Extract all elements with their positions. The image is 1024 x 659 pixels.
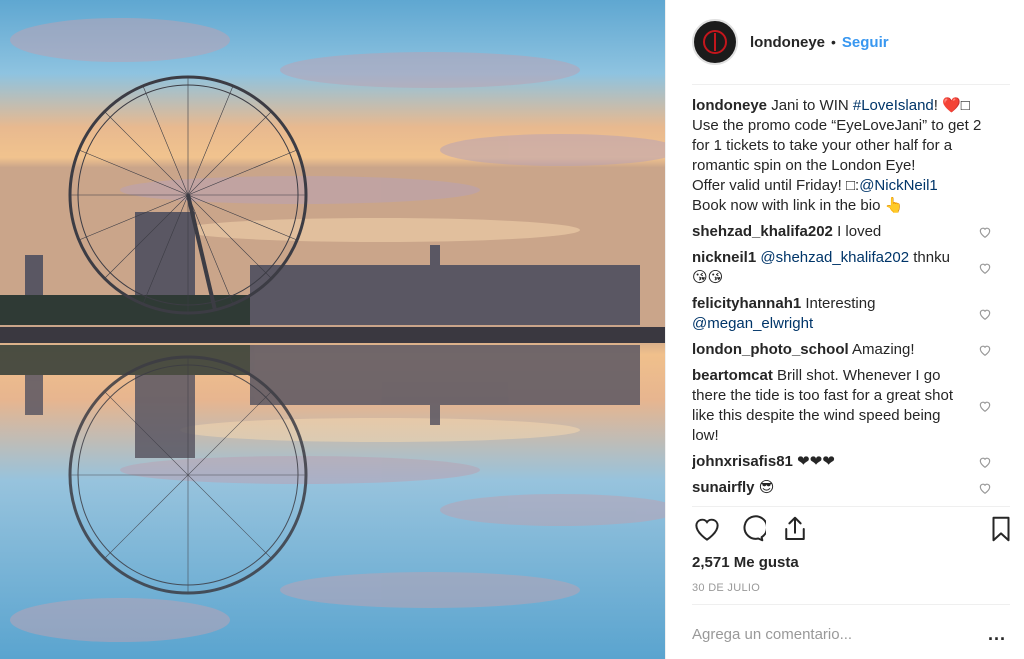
post-sidebar: londoneye • Seguir londoneye Jani to WIN… [665,0,1024,659]
share-upload-icon[interactable] [780,514,810,544]
comment-username[interactable]: shehzad_khalifa202 [692,223,833,240]
hashtag-link[interactable]: #LoveIsland [853,97,934,114]
header-username[interactable]: londoneye [750,34,825,51]
post-date: 30 DE JULIO [692,582,761,594]
comment-username[interactable]: london_photo_school [692,341,849,358]
small-heart-icon[interactable] [978,343,992,357]
mention-link[interactable]: @shehzad_khalifa202 [760,249,909,266]
comment-username[interactable]: nickneil1 [692,249,756,266]
likes-count[interactable]: 2,571 Me gusta [692,554,799,571]
mention-link[interactable]: @NickNeil1 [859,177,938,194]
london-eye-photo [0,0,665,659]
follow-button[interactable]: Seguir [842,34,889,51]
small-heart-icon[interactable] [978,455,992,469]
caption-username[interactable]: londoneye [692,97,767,114]
comment-item: sunairfly 😎 [692,478,992,498]
comment-item: london_photo_school Amazing! [692,340,992,360]
comment-item: beartomcat Brill shot. Whenever I go the… [692,366,992,446]
header-divider [692,84,1010,85]
heart-outline-icon[interactable] [692,514,722,544]
avatar[interactable] [692,19,738,65]
small-heart-icon[interactable] [978,225,992,239]
small-heart-icon[interactable] [978,261,992,275]
action-bar [692,514,1014,546]
actions-divider [692,506,1010,507]
comment-divider [692,604,1010,605]
header-separator: • [831,34,836,50]
small-heart-icon[interactable] [978,307,992,321]
comment-item: shehzad_khalifa202 I loved [692,222,992,242]
comment-input[interactable]: Agrega un comentario... [692,626,852,643]
post-photo[interactable] [0,0,665,659]
comments-list[interactable]: londoneye Jani to WIN #LoveIsland! ❤️□ U… [692,96,1022,506]
comment-username[interactable]: johnxrisafis81 [692,453,793,470]
comment-item: felicityhannah1 Interesting @megan_elwri… [692,294,992,334]
post-caption: londoneye Jani to WIN #LoveIsland! ❤️□ U… [692,97,982,214]
comment-item: johnxrisafis81 ❤❤❤ [692,452,992,472]
mention-link[interactable]: @megan_elwright [692,315,813,332]
more-options-icon[interactable]: ... [988,624,1006,645]
speech-bubble-icon[interactable] [736,514,766,544]
post-header: londoneye • Seguir [666,0,1024,84]
comment-item: nickneil1 @shehzad_khalifa202 thnku 😘😘 [692,248,992,288]
comment-username[interactable]: felicityhannah1 [692,295,801,312]
comment-username[interactable]: sunairfly [692,479,755,496]
small-heart-icon[interactable] [978,481,992,495]
small-heart-icon[interactable] [978,399,992,413]
bookmark-icon[interactable] [986,514,1016,544]
comment-username[interactable]: beartomcat [692,367,773,384]
